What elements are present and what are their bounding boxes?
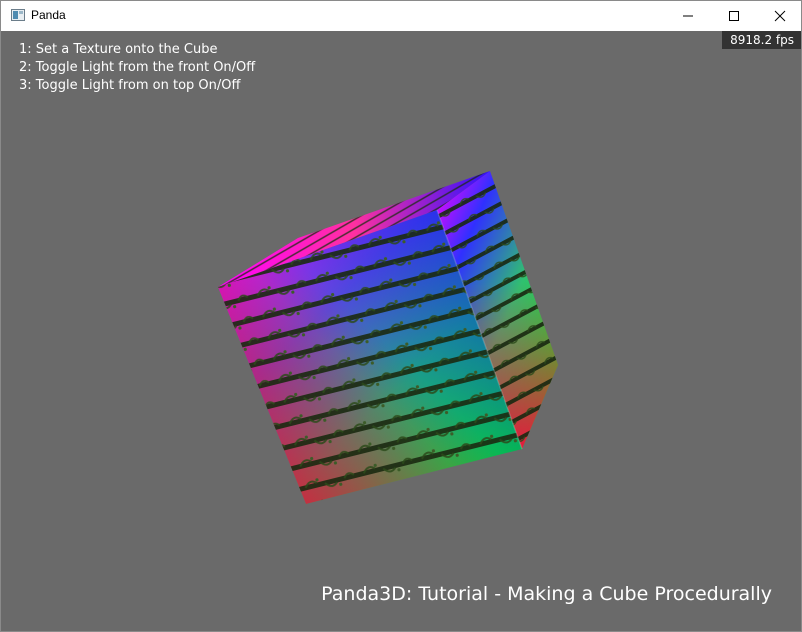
textured-cube xyxy=(218,171,558,504)
window-title: Panda xyxy=(31,8,66,22)
maximize-icon xyxy=(729,11,739,21)
render-viewport[interactable]: 1: Set a Texture onto the Cube 2: Toggle… xyxy=(1,31,801,631)
panda-app-icon xyxy=(11,9,25,21)
tutorial-title: Panda3D: Tutorial - Making a Cube Proced… xyxy=(321,583,772,605)
close-icon xyxy=(774,10,786,22)
minimize-icon xyxy=(683,15,693,17)
minimize-button[interactable] xyxy=(665,1,711,31)
close-button[interactable] xyxy=(757,1,802,31)
title-bar[interactable]: Panda xyxy=(1,1,801,31)
panda-window: Panda 1: Set a Texture onto the Cube 2: … xyxy=(0,0,802,632)
maximize-button[interactable] xyxy=(711,1,757,31)
